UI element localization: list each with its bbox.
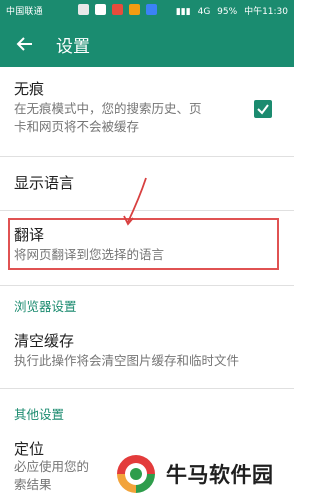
divider [0,388,294,389]
setting-subtitle-line: 必应使用您的 [14,459,90,474]
setting-title: 定位 [14,440,45,458]
pointer-arrow-icon [123,177,147,226]
setting-subtitle: 必应使用您的 索结果 [14,458,89,494]
watermark-logo-icon [114,452,158,496]
section-header-browser: 浏览器设置 [14,299,77,314]
section-header-other: 其他设置 [14,407,65,422]
setting-subtitle: 执行此操作将会清空图片缓存和临时文件 [14,353,240,368]
setting-title: 清空缓存 [14,332,75,350]
divider [0,285,294,286]
setting-subtitle-line: 索结果 [14,477,52,492]
watermark-text: 牛马软件园 [166,463,274,487]
watermark: 牛马软件园 [112,448,294,500]
